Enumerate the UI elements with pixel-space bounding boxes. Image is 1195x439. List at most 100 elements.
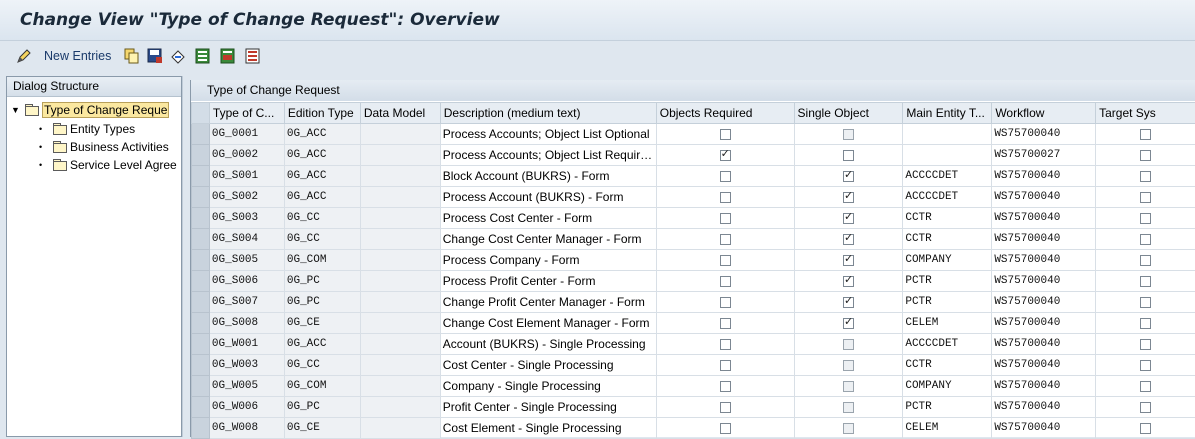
row-selector[interactable]: [192, 355, 210, 376]
main-entity-cell[interactable]: PCTR: [903, 271, 992, 292]
target-sys-checkbox[interactable]: [1140, 318, 1151, 329]
target-sys-checkbox[interactable]: [1140, 381, 1151, 392]
target-sys-checkbox[interactable]: [1140, 171, 1151, 182]
main-entity-cell[interactable]: ACCCCDET: [903, 334, 992, 355]
objects-required-checkbox[interactable]: [720, 150, 731, 161]
row-selector[interactable]: [192, 250, 210, 271]
main-entity-cell[interactable]: [903, 124, 992, 145]
objects-required-checkbox[interactable]: [720, 255, 731, 266]
description-cell[interactable]: Process Accounts; Object List Requir…: [440, 145, 656, 166]
copy-button[interactable]: [124, 47, 140, 65]
row-selector[interactable]: [192, 208, 210, 229]
target-sys-checkbox[interactable]: [1140, 129, 1151, 140]
target-sys-checkbox[interactable]: [1140, 255, 1151, 266]
objects-required-checkbox[interactable]: [720, 360, 731, 371]
objects-required-checkbox[interactable]: [720, 276, 731, 287]
column-header[interactable]: Workflow: [992, 103, 1096, 124]
row-selector[interactable]: [192, 376, 210, 397]
description-cell[interactable]: Profit Center - Single Processing: [440, 397, 656, 418]
objects-required-checkbox[interactable]: [720, 339, 731, 350]
row-selector[interactable]: [192, 397, 210, 418]
column-header[interactable]: Main Entity T...: [903, 103, 992, 124]
description-cell[interactable]: Change Cost Center Manager - Form: [440, 229, 656, 250]
workflow-cell[interactable]: WS75700040: [992, 250, 1096, 271]
single-object-checkbox[interactable]: [843, 276, 854, 287]
workflow-cell[interactable]: WS75700027: [992, 145, 1096, 166]
single-object-checkbox[interactable]: [843, 150, 854, 161]
single-object-checkbox[interactable]: [843, 213, 854, 224]
workflow-cell[interactable]: WS75700040: [992, 208, 1096, 229]
objects-required-checkbox[interactable]: [720, 171, 731, 182]
select-all-rows-header[interactable]: [192, 103, 210, 124]
row-selector[interactable]: [192, 334, 210, 355]
target-sys-checkbox[interactable]: [1140, 339, 1151, 350]
tree-item-entity-types[interactable]: • Entity Types: [39, 120, 179, 137]
target-sys-checkbox[interactable]: [1140, 423, 1151, 434]
description-cell[interactable]: Process Accounts; Object List Optional: [440, 124, 656, 145]
description-cell[interactable]: Account (BUKRS) - Single Processing: [440, 334, 656, 355]
description-cell[interactable]: Process Account (BUKRS) - Form: [440, 187, 656, 208]
objects-required-checkbox[interactable]: [720, 381, 731, 392]
main-entity-cell[interactable]: CCTR: [903, 208, 992, 229]
tree-item-type-of-change-request[interactable]: ▼ Type of Change Reque: [11, 101, 181, 118]
target-sys-checkbox[interactable]: [1140, 402, 1151, 413]
main-entity-cell[interactable]: CCTR: [903, 229, 992, 250]
column-header[interactable]: Target Sys: [1096, 103, 1195, 124]
target-sys-checkbox[interactable]: [1140, 234, 1151, 245]
description-cell[interactable]: Cost Element - Single Processing: [440, 418, 656, 439]
main-entity-cell[interactable]: CCTR: [903, 355, 992, 376]
workflow-cell[interactable]: WS75700040: [992, 166, 1096, 187]
objects-required-checkbox[interactable]: [720, 234, 731, 245]
single-object-checkbox[interactable]: [843, 192, 854, 203]
target-sys-checkbox[interactable]: [1140, 276, 1151, 287]
row-selector[interactable]: [192, 313, 210, 334]
workflow-cell[interactable]: WS75700040: [992, 292, 1096, 313]
tree-item-service-level-agreements[interactable]: • Service Level Agree: [39, 156, 181, 173]
objects-required-checkbox[interactable]: [720, 213, 731, 224]
description-cell[interactable]: Change Profit Center Manager - Form: [440, 292, 656, 313]
target-sys-checkbox[interactable]: [1140, 150, 1151, 161]
undo-button[interactable]: [170, 47, 186, 65]
single-object-checkbox[interactable]: [843, 297, 854, 308]
row-selector[interactable]: [192, 292, 210, 313]
description-cell[interactable]: Process Profit Center - Form: [440, 271, 656, 292]
column-header[interactable]: Description (medium text): [440, 103, 656, 124]
objects-required-checkbox[interactable]: [720, 192, 731, 203]
target-sys-checkbox[interactable]: [1140, 360, 1151, 371]
single-object-checkbox[interactable]: [843, 171, 854, 182]
row-selector[interactable]: [192, 166, 210, 187]
row-selector[interactable]: [192, 229, 210, 250]
row-selector[interactable]: [192, 418, 210, 439]
column-header[interactable]: Objects Required: [656, 103, 794, 124]
objects-required-checkbox[interactable]: [720, 297, 731, 308]
objects-required-checkbox[interactable]: [720, 423, 731, 434]
workflow-cell[interactable]: WS75700040: [992, 334, 1096, 355]
description-cell[interactable]: Block Account (BUKRS) - Form: [440, 166, 656, 187]
main-entity-cell[interactable]: ACCCCDET: [903, 166, 992, 187]
workflow-cell[interactable]: WS75700040: [992, 124, 1096, 145]
main-entity-cell[interactable]: CELEM: [903, 313, 992, 334]
workflow-cell[interactable]: WS75700040: [992, 376, 1096, 397]
description-cell[interactable]: Cost Center - Single Processing: [440, 355, 656, 376]
tree-item-business-activities[interactable]: • Business Activities: [39, 138, 181, 155]
row-selector[interactable]: [192, 187, 210, 208]
workflow-cell[interactable]: WS75700040: [992, 229, 1096, 250]
objects-required-checkbox[interactable]: [720, 402, 731, 413]
main-entity-cell[interactable]: ACCCCDET: [903, 187, 992, 208]
objects-required-checkbox[interactable]: [720, 318, 731, 329]
workflow-cell[interactable]: WS75700040: [992, 418, 1096, 439]
workflow-cell[interactable]: WS75700040: [992, 313, 1096, 334]
description-cell[interactable]: Process Company - Form: [440, 250, 656, 271]
main-entity-cell[interactable]: [903, 145, 992, 166]
column-header[interactable]: Data Model: [360, 103, 440, 124]
select-all-button[interactable]: [195, 47, 211, 65]
single-object-checkbox[interactable]: [843, 255, 854, 266]
target-sys-checkbox[interactable]: [1140, 213, 1151, 224]
single-object-checkbox[interactable]: [843, 234, 854, 245]
description-cell[interactable]: Process Cost Center - Form: [440, 208, 656, 229]
main-entity-cell[interactable]: PCTR: [903, 397, 992, 418]
target-sys-checkbox[interactable]: [1140, 192, 1151, 203]
deselect-all-button[interactable]: [245, 47, 261, 65]
new-entries-button[interactable]: New Entries: [16, 47, 111, 65]
row-selector[interactable]: [192, 145, 210, 166]
